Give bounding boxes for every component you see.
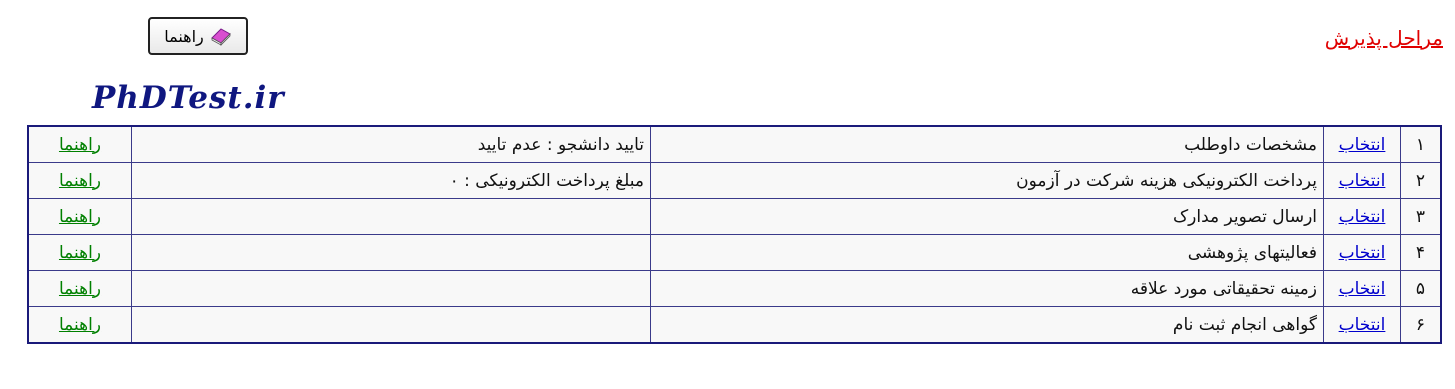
- table-row: ۵ انتخاب زمینه تحقیقاتی مورد علاقه راهنم…: [27, 270, 1442, 307]
- table-row: ۴ انتخاب فعالیتهای پژوهشی راهنما: [27, 234, 1442, 271]
- row-help-link[interactable]: راهنما: [59, 207, 101, 227]
- watermark-logo: PhDTest.ir: [92, 80, 285, 116]
- row-help-link[interactable]: راهنما: [59, 243, 101, 263]
- help-button[interactable]: راهنما: [148, 17, 248, 55]
- select-link[interactable]: انتخاب: [1339, 171, 1386, 191]
- step-name: پرداخت الکترونیکی هزینه شرکت در آزمون: [650, 162, 1324, 199]
- step-status: مبلغ پرداخت الکترونیکی : ۰: [131, 162, 651, 199]
- row-number: ۴: [1400, 234, 1442, 271]
- row-number: ۶: [1400, 306, 1442, 344]
- step-status: [131, 198, 651, 235]
- step-name: زمینه تحقیقاتی مورد علاقه: [650, 270, 1324, 307]
- book-icon: [210, 26, 232, 46]
- row-help-link[interactable]: راهنما: [59, 135, 101, 155]
- row-help-link[interactable]: راهنما: [59, 279, 101, 299]
- row-number: ۵: [1400, 270, 1442, 307]
- table-row: ۱ انتخاب مشخصات داوطلب تایید دانشجو : عد…: [27, 125, 1442, 163]
- step-status: [131, 234, 651, 271]
- select-link[interactable]: انتخاب: [1339, 315, 1386, 335]
- select-link[interactable]: انتخاب: [1339, 135, 1386, 155]
- row-number: ۳: [1400, 198, 1442, 235]
- select-link[interactable]: انتخاب: [1339, 207, 1386, 227]
- step-name: فعالیتهای پژوهشی: [650, 234, 1324, 271]
- step-name: گواهی انجام ثبت نام: [650, 306, 1324, 344]
- table-row: ۶ انتخاب گواهی انجام ثبت نام راهنما: [27, 306, 1442, 344]
- steps-table: ۱ انتخاب مشخصات داوطلب تایید دانشجو : عد…: [27, 125, 1442, 344]
- step-name: مشخصات داوطلب: [650, 125, 1324, 163]
- row-number: ۱: [1400, 125, 1442, 163]
- step-status: [131, 270, 651, 307]
- help-button-label: راهنما: [164, 26, 204, 46]
- step-status: [131, 306, 651, 344]
- step-status: تایید دانشجو : عدم تایید: [131, 125, 651, 163]
- row-help-link[interactable]: راهنما: [59, 171, 101, 191]
- row-help-link[interactable]: راهنما: [59, 315, 101, 335]
- table-row: ۲ انتخاب پرداخت الکترونیکی هزینه شرکت در…: [27, 162, 1442, 199]
- table-row: ۳ انتخاب ارسال تصویر مدارک راهنما: [27, 198, 1442, 235]
- select-link[interactable]: انتخاب: [1339, 243, 1386, 263]
- select-link[interactable]: انتخاب: [1339, 279, 1386, 299]
- step-name: ارسال تصویر مدارک: [650, 198, 1324, 235]
- row-number: ۲: [1400, 162, 1442, 199]
- admission-steps-link[interactable]: مراحل پذیرش: [1325, 26, 1443, 50]
